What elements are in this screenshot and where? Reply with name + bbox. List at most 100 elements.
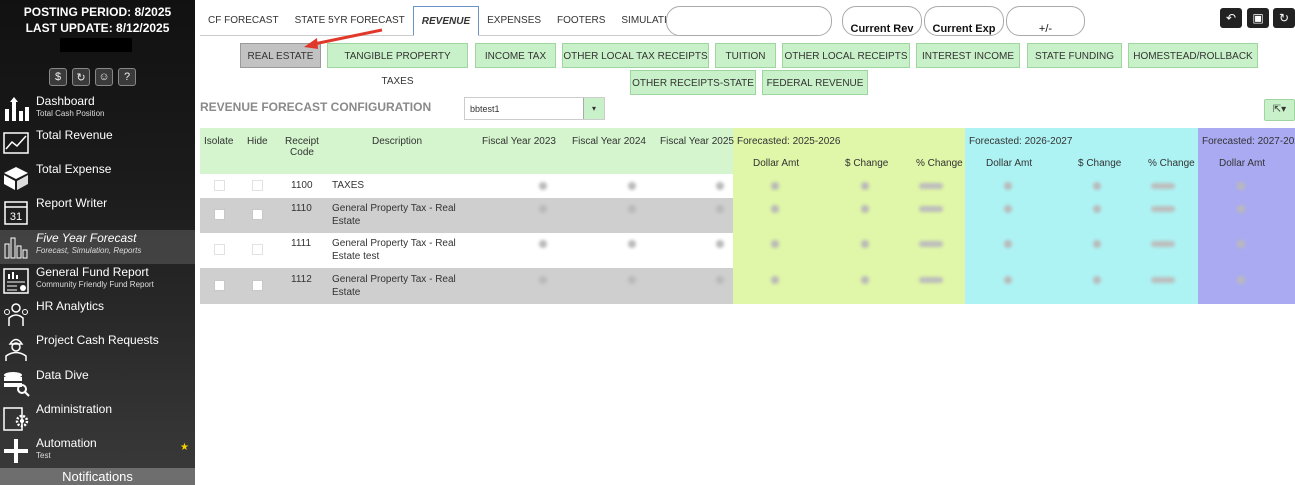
category-interest-income[interactable]: INTEREST INCOME: [916, 43, 1020, 68]
tab-cf-forecast[interactable]: CF FORECAST: [200, 6, 287, 36]
category-state-funding[interactable]: STATE FUNDING: [1027, 43, 1122, 68]
header-fy2025: Fiscal Year 2025: [660, 136, 734, 147]
category-homestead-rollback[interactable]: HOMESTEAD/ROLLBACK: [1128, 43, 1258, 68]
calendar-day: 31: [10, 211, 22, 223]
star-icon[interactable]: ★: [180, 442, 189, 453]
category-other-local-receipts[interactable]: OTHER LOCAL RECEIPTS: [782, 43, 910, 68]
description-line1: General Property Tax - Real: [332, 238, 456, 249]
receipt-code: 1110: [291, 203, 312, 214]
sidebar-item-dashboard[interactable]: Dashboard Total Cash Position: [0, 93, 195, 127]
sidebar-item-report-writer[interactable]: 31 Report Writer: [0, 195, 195, 229]
category-tuition[interactable]: TUITION: [715, 43, 776, 68]
redacted-percent: [919, 206, 943, 212]
undo-icon[interactable]: ↶: [1220, 8, 1242, 28]
redacted-value: [539, 182, 547, 190]
save-icon[interactable]: ▣: [1247, 8, 1269, 28]
redacted-value: [1004, 205, 1012, 213]
sidebar-item-hr-analytics[interactable]: HR Analytics: [0, 298, 195, 332]
isolate-checkbox[interactable]: [214, 280, 225, 291]
hide-checkbox[interactable]: [252, 244, 263, 255]
tab-footers[interactable]: FOOTERS: [549, 6, 613, 36]
hide-checkbox[interactable]: [252, 209, 263, 220]
page-title: REVENUE FORECAST CONFIGURATION: [200, 100, 432, 114]
header-pct-change: % Change: [1148, 158, 1195, 169]
category-other-local-tax-receipts[interactable]: OTHER LOCAL TAX RECEIPTS: [562, 43, 709, 68]
sidebar-item-data-dive[interactable]: Data Dive: [0, 367, 195, 401]
redacted-percent: [919, 277, 943, 283]
search-pill[interactable]: [666, 6, 832, 36]
refresh-icon[interactable]: ↻: [1273, 8, 1295, 28]
redacted-percent: [919, 183, 943, 189]
redacted-percent: [1151, 183, 1175, 189]
scenario-select[interactable]: bbtest1 ▾: [464, 97, 605, 120]
sidebar-item-total-revenue[interactable]: Total Revenue: [0, 127, 195, 161]
sidebar-item-label: Dashboard: [36, 94, 95, 108]
sidebar-item-project-cash-requests[interactable]: Project Cash Requests: [0, 332, 195, 366]
sidebar-item-label: Administration: [36, 402, 113, 416]
posting-info: POSTING PERIOD: 8/2025 LAST UPDATE: 8/12…: [0, 4, 195, 36]
sidebar-item-total-expense[interactable]: Total Expense: [0, 161, 195, 195]
redacted-value: [539, 276, 547, 284]
scenario-value: bbtest1: [470, 104, 500, 114]
sidebar-item-automation[interactable]: Automation Test ★: [0, 435, 195, 469]
last-update: LAST UPDATE: 8/12/2025: [25, 21, 170, 35]
dollar-search-icon[interactable]: $: [49, 68, 67, 86]
header-dollar-amt: Dollar Amt: [986, 158, 1033, 169]
sidebar-item-sublabel: Total Cash Position: [36, 109, 105, 118]
receipt-code: 1100: [291, 180, 313, 191]
export-icon[interactable]: ⇱▾: [1264, 99, 1295, 121]
sidebar-item-administration[interactable]: Administration: [0, 401, 195, 435]
sidebar-toolbar: $ ↻ ☺ ?: [49, 68, 136, 86]
description-line2: Estate: [332, 287, 361, 298]
redacted-percent: [1151, 277, 1175, 283]
isolate-checkbox[interactable]: [214, 209, 225, 220]
tab-revenue[interactable]: REVENUE: [412, 6, 480, 36]
sidebar-item-five-year-forecast[interactable]: Five Year Forecast Forecast, Simulation,…: [0, 230, 195, 264]
isolate-checkbox[interactable]: [214, 180, 225, 191]
sidebar-item-label: HR Analytics: [36, 299, 105, 313]
smiley-icon[interactable]: ☺: [95, 68, 113, 86]
table-row: 1110 General Property Tax - Real Estate: [200, 198, 733, 233]
redacted-value: [628, 182, 636, 190]
hide-checkbox[interactable]: [252, 180, 263, 191]
plus-icon: [4, 439, 28, 463]
redacted-value: [861, 276, 869, 284]
forecast-band-2027: [1198, 128, 1295, 304]
table-row: 1100 TAXES: [200, 174, 733, 198]
redacted-value: [716, 182, 724, 190]
redacted-value: [1004, 240, 1012, 248]
category-income-tax[interactable]: INCOME TAX: [475, 43, 556, 68]
redacted-value: [771, 205, 779, 213]
redacted-value: [539, 240, 547, 248]
category-federal-revenue[interactable]: FEDERAL REVENUE: [762, 70, 868, 95]
difference-pill[interactable]: +/-: [1006, 6, 1085, 36]
people-icon: [4, 303, 28, 326]
sidebar-item-label: Five Year Forecast: [36, 231, 137, 245]
current-exp-pill[interactable]: Current Exp: [924, 6, 1004, 36]
header-description: Description: [372, 136, 423, 147]
header-forecast-2027: Forecasted: 2027-2028: [1202, 136, 1295, 147]
isolate-checkbox[interactable]: [214, 244, 225, 255]
sidebar-item-label: General Fund Report: [36, 265, 149, 279]
category-other-receipts-state[interactable]: OTHER RECEIPTS-STATE: [630, 70, 756, 95]
table-row: 1111 General Property Tax - Real Estate …: [200, 233, 733, 268]
hide-checkbox[interactable]: [252, 280, 263, 291]
sidebar-item-label: Project Cash Requests: [36, 333, 159, 347]
notifications-bar[interactable]: Notifications: [0, 468, 195, 485]
sidebar-item-sublabel: Forecast, Simulation, Reports: [36, 246, 142, 255]
chevron-down-icon[interactable]: ▾: [583, 98, 604, 119]
red-arrow-annotation: [304, 28, 383, 49]
header-fy2024: Fiscal Year 2024: [572, 136, 646, 147]
box-icon: [4, 167, 28, 190]
description-line2: Estate: [332, 216, 361, 227]
help-icon[interactable]: ?: [118, 68, 136, 86]
header-dollar-change: $ Change: [1078, 158, 1122, 169]
redacted-value: [716, 276, 724, 284]
sidebar-item-general-fund-report[interactable]: General Fund Report Community Friendly F…: [0, 264, 195, 298]
current-rev-pill[interactable]: Current Rev: [842, 6, 922, 36]
redacted-percent: [1151, 241, 1175, 247]
redacted-value: [1004, 276, 1012, 284]
refresh-icon[interactable]: ↻: [72, 68, 90, 86]
redacted-value: [1093, 205, 1101, 213]
tab-expenses[interactable]: EXPENSES: [479, 6, 549, 36]
